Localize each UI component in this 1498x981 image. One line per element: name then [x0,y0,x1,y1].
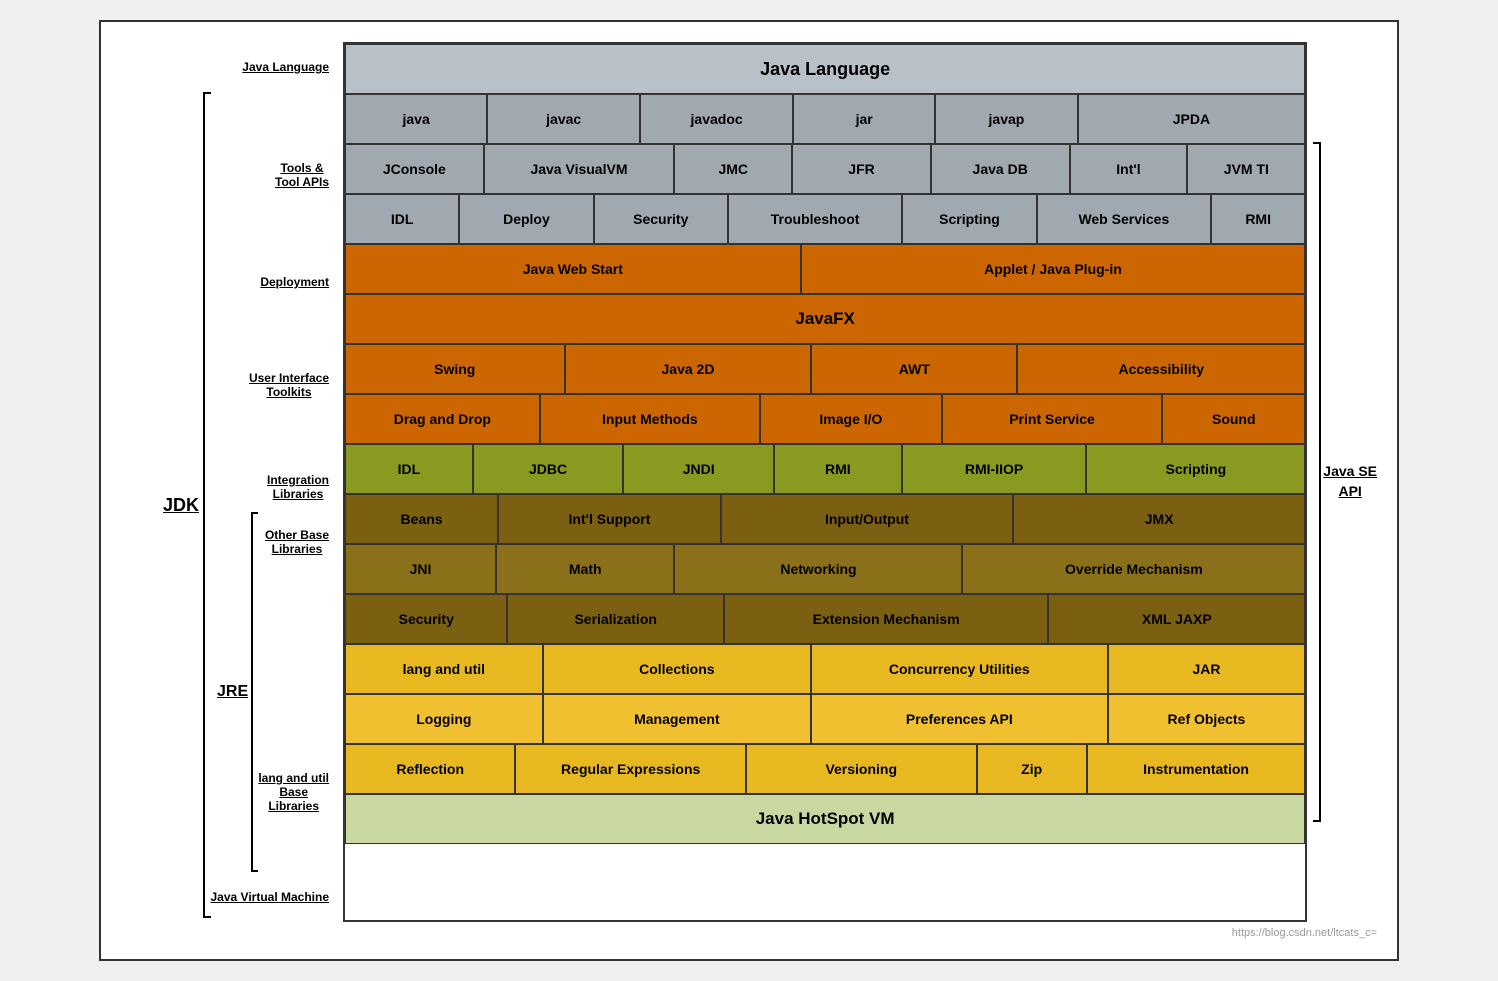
jre-label: JRE [217,683,248,701]
ui-row-2: Drag and Drop Input Methods Image I/O Pr… [345,394,1305,444]
ref-objects-cell: Ref Objects [1108,694,1306,744]
sound-cell: Sound [1162,394,1305,444]
int-rmi: RMI [774,444,902,494]
deployment-row: Java Web Start Applet / Java Plug-in [345,244,1305,294]
tool-jpda: JPDA [1078,94,1306,144]
jvm-cell: Java HotSpot VM [345,794,1305,844]
input-methods-cell: Input Methods [540,394,760,444]
tool-row-3: IDL Deploy Security Troubleshoot Scripti… [345,194,1305,244]
tools-row-label: Tools & Tool APIs [217,92,337,257]
tool-javac: javac [487,94,640,144]
main-container: JDK Java Language Tools & Tool APIs Depl… [99,20,1399,961]
tool-jvisualvm: Java VisualVM [484,144,675,194]
tool-troubleshoot: Troubleshoot [728,194,902,244]
jmx-cell: JMX [1013,494,1305,544]
other-row-3: Security Serialization Extension Mechani… [345,594,1305,644]
serialization-cell: Serialization [507,594,723,644]
lang-util-cell: lang and util [345,644,543,694]
intl-support-cell: Int'l Support [498,494,721,544]
java-web-start: Java Web Start [345,244,801,294]
prefs-api-cell: Preferences API [811,694,1108,744]
tool-idl: IDL [345,194,459,244]
logging-cell: Logging [345,694,543,744]
int-scripting: Scripting [1086,444,1305,494]
override-mech-cell: Override Mechanism [962,544,1305,594]
swing-cell: Swing [345,344,565,394]
security-cell: Security [345,594,507,644]
tool-jmc: JMC [674,144,792,194]
tool-java: java [345,94,487,144]
tool-scripting: Scripting [902,194,1036,244]
instrumentation-cell: Instrumentation [1087,744,1306,794]
jar-cell: JAR [1108,644,1306,694]
ui-row-label: User Interface Toolkits [217,307,337,462]
tool-jconsole: JConsole [345,144,484,194]
tool-rmi: RMI [1211,194,1305,244]
jvm-row: Java HotSpot VM [345,794,1305,844]
zip-cell: Zip [977,744,1087,794]
image-io-cell: Image I/O [760,394,942,444]
deployment-row-label: Deployment [217,257,337,307]
math-cell: Math [496,544,674,594]
concurrency-cell: Concurrency Utilities [811,644,1108,694]
input-output-cell: Input/Output [721,494,1013,544]
ui-row-1: Swing Java 2D AWT Accessibility [345,344,1305,394]
java2d-cell: Java 2D [565,344,812,394]
applet-plugin: Applet / Java Plug-in [801,244,1306,294]
tool-row-1: java javac javadoc jar javap JPDA [345,94,1305,144]
tool-javadoc: javadoc [640,94,793,144]
other-row-1: Beans Int'l Support Input/Output JMX [345,494,1305,544]
java-language-cell: Java Language [345,44,1305,94]
awt-cell: AWT [811,344,1017,394]
networking-cell: Networking [674,544,962,594]
tool-jar: jar [793,94,935,144]
integration-row-label: Integration Libraries [217,462,337,512]
jdk-label: JDK [163,495,199,516]
java-language-row-label: Java Language [217,42,337,92]
xml-jaxp-cell: XML JAXP [1048,594,1305,644]
tool-row-2: JConsole Java VisualVM JMC JFR Java DB I… [345,144,1305,194]
java-se-api-label: Java SE API [1323,462,1377,501]
watermark: https://blog.csdn.net/ltcats_c= [121,927,1377,939]
tool-security: Security [594,194,728,244]
int-idl: IDL [345,444,473,494]
tool-jvmti: JVM TI [1187,144,1305,194]
lang-util-label: lang and util Base Libraries [258,712,337,872]
management-cell: Management [543,694,811,744]
jni-cell: JNI [345,544,496,594]
versioning-cell: Versioning [746,744,977,794]
other-row-2: JNI Math Networking Override Mechanism [345,544,1305,594]
integration-row: IDL JDBC JNDI RMI RMI-IIOP Scripting [345,444,1305,494]
ext-mech-cell: Extension Mechanism [724,594,1048,644]
reflection-cell: Reflection [345,744,515,794]
main-grid: Java Language java javac javadoc jar jav… [343,42,1307,922]
lang-row-2: Logging Management Preferences API Ref O… [345,694,1305,744]
jvm-row-label: Java Virtual Machine [217,872,337,922]
tool-javadb: Java DB [931,144,1070,194]
drag-drop-cell: Drag and Drop [345,394,540,444]
tool-webservices: Web Services [1037,194,1211,244]
other-base-label: Other Base Libraries [258,512,337,562]
collections-cell: Collections [543,644,811,694]
accessibility-cell: Accessibility [1017,344,1305,394]
int-rmi-iiop: RMI-IIOP [902,444,1087,494]
int-jdbc: JDBC [473,444,624,494]
beans-cell: Beans [345,494,498,544]
tool-jfr: JFR [792,144,931,194]
print-service-cell: Print Service [942,394,1162,444]
javafx-row: JavaFX [345,294,1305,344]
java-language-header-row: Java Language [345,44,1305,94]
lang-row-1: lang and util Collections Concurrency Ut… [345,644,1305,694]
regex-cell: Regular Expressions [515,744,746,794]
lang-row-3: Reflection Regular Expressions Versionin… [345,744,1305,794]
tool-intl: Int'l [1070,144,1188,194]
tool-javap: javap [935,94,1077,144]
javafx-cell: JavaFX [345,294,1305,344]
int-jndi: JNDI [623,444,774,494]
tool-deploy: Deploy [459,194,593,244]
